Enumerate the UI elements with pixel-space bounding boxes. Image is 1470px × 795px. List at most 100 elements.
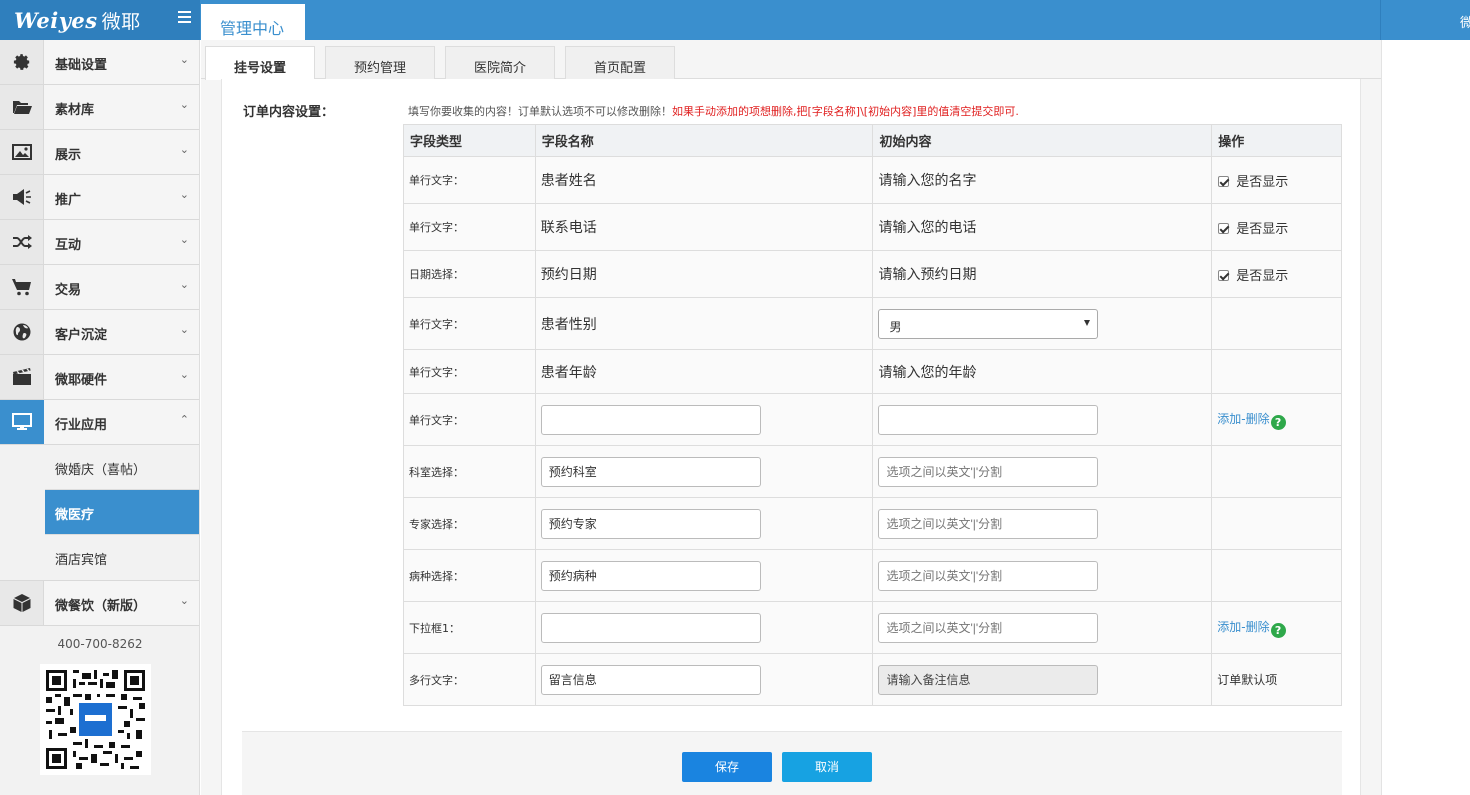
sidebar-item-label: 基础设置 bbox=[55, 58, 108, 73]
chevron-down-icon: ⌄ bbox=[179, 98, 189, 111]
sidebar-subitem-label: 微婚庆（喜帖） bbox=[55, 463, 147, 478]
table-row: 科室选择： bbox=[403, 445, 1342, 498]
gender-select[interactable]: 男 bbox=[878, 308, 1099, 339]
sidebar-subitem-label: 酒店宾馆 bbox=[55, 553, 108, 568]
field-name: 联系电话 bbox=[534, 203, 874, 251]
management-center-tab[interactable]: 管理中心 bbox=[201, 4, 305, 40]
delete-link[interactable]: 删除 bbox=[1246, 412, 1270, 426]
sidebar-subitem-wedding[interactable]: 微婚庆（喜帖） bbox=[45, 445, 199, 490]
table-row: 专家选择： bbox=[403, 497, 1342, 550]
tab-appointment-management[interactable]: 预约管理 bbox=[325, 46, 435, 79]
clapperboard-icon bbox=[0, 355, 44, 399]
field-type: 多行文字： bbox=[403, 653, 536, 706]
table-header-row: 字段类型 字段名称 初始内容 操作 bbox=[403, 124, 1342, 157]
sidebar-item-label: 微餐饮（新版） bbox=[55, 599, 147, 614]
table-row: 单行文字： 患者姓名 请输入您的名字 是否显示 bbox=[403, 156, 1342, 204]
chevron-down-icon: ⌄ bbox=[179, 53, 189, 66]
dropdown-options-input[interactable] bbox=[878, 612, 1099, 643]
section-label: 订单内容设置： bbox=[243, 105, 335, 120]
field-initial: 请输入您的年龄 bbox=[872, 349, 1213, 394]
help-icon[interactable]: ? bbox=[1270, 622, 1286, 638]
chevron-down-icon: ⌄ bbox=[179, 143, 189, 156]
chevron-down-icon: ⌄ bbox=[179, 594, 189, 607]
sidebar-item-promotion[interactable]: 推广 ⌄ bbox=[0, 175, 199, 220]
cancel-button[interactable]: 取消 bbox=[782, 752, 872, 782]
message-name-input[interactable] bbox=[540, 664, 761, 695]
field-type: 专家选择： bbox=[403, 497, 536, 550]
disease-name-input[interactable] bbox=[540, 560, 761, 591]
column-header: 操作 bbox=[1211, 124, 1342, 157]
field-name-input[interactable] bbox=[540, 404, 761, 435]
show-checkbox[interactable] bbox=[1218, 175, 1230, 187]
field-type: 单行文字： bbox=[403, 393, 536, 446]
gear-icon bbox=[0, 40, 44, 84]
field-name: 患者性别 bbox=[534, 297, 874, 350]
department-options-input[interactable] bbox=[878, 456, 1099, 487]
top-bar: Weiyes 微耶 管理中心 微 bbox=[0, 0, 1470, 40]
tab-hospital-intro[interactable]: 医院简介 bbox=[445, 46, 555, 79]
image-icon bbox=[0, 130, 44, 174]
expert-options-input[interactable] bbox=[878, 508, 1099, 539]
sidebar-item-display[interactable]: 展示 ⌄ bbox=[0, 130, 199, 175]
user-link[interactable]: 微 bbox=[1460, 12, 1470, 31]
hint-warning-text: 如果手动添加的项想删除,把[字段名称]\[初始内容]里的值清空提交即可. bbox=[672, 105, 1019, 118]
table-row: 单行文字： 患者年龄 请输入您的年龄 bbox=[403, 349, 1342, 394]
chevron-down-icon: ⌄ bbox=[179, 278, 189, 291]
dropdown-name-input[interactable] bbox=[540, 612, 761, 643]
column-header: 字段名称 bbox=[534, 124, 874, 157]
tab-homepage-config[interactable]: 首页配置 bbox=[565, 46, 675, 79]
show-checkbox[interactable] bbox=[1218, 269, 1230, 281]
sidebar: 基础设置 ⌄ 素材库 ⌄ 展示 ⌄ 推广 ⌄ 互动 ⌄ 交易 ⌄ 客户沉淀 ⌄ … bbox=[0, 40, 200, 795]
shopping-cart-icon bbox=[0, 265, 44, 309]
sidebar-item-label: 行业应用 bbox=[55, 418, 108, 433]
disease-options-input[interactable] bbox=[878, 560, 1099, 591]
expert-name-input[interactable] bbox=[540, 508, 761, 539]
op-cell bbox=[1211, 497, 1342, 550]
sidebar-item-trade[interactable]: 交易 ⌄ bbox=[0, 265, 199, 310]
add-link[interactable]: 添加 bbox=[1217, 412, 1241, 426]
form-panel: 订单内容设置： 填写你要收集的内容！订单默认选项不可以修改删除！如果手动添加的项… bbox=[221, 79, 1361, 795]
monitor-icon bbox=[0, 400, 44, 444]
shuffle-icon bbox=[0, 220, 44, 264]
op-cell: 是否显示 bbox=[1211, 250, 1342, 298]
sidebar-item-industry-apps[interactable]: 行业应用 ⌃ bbox=[0, 400, 199, 445]
cube-icon bbox=[0, 581, 44, 625]
delete-link[interactable]: 删除 bbox=[1246, 620, 1270, 634]
sidebar-item-catering[interactable]: 微餐饮（新版） ⌄ bbox=[0, 581, 199, 626]
column-header: 初始内容 bbox=[872, 124, 1213, 157]
hotline-number: 400-700-8262 bbox=[57, 637, 143, 651]
help-icon[interactable]: ? bbox=[1270, 414, 1286, 430]
sidebar-item-label: 微耶硬件 bbox=[55, 373, 108, 388]
field-initial: 请输入您的名字 bbox=[872, 156, 1213, 204]
sidebar-item-label: 交易 bbox=[55, 283, 82, 298]
save-button[interactable]: 保存 bbox=[682, 752, 772, 782]
show-label: 是否显示 bbox=[1236, 221, 1289, 237]
sidebar-item-basic-settings[interactable]: 基础设置 ⌄ bbox=[0, 40, 199, 85]
chevron-down-icon: ⌄ bbox=[179, 368, 189, 381]
sidebar-subitem-hotel[interactable]: 酒店宾馆 bbox=[45, 535, 199, 580]
add-link[interactable]: 添加 bbox=[1217, 620, 1241, 634]
department-name-input[interactable] bbox=[540, 456, 761, 487]
show-label: 是否显示 bbox=[1236, 268, 1289, 284]
chevron-down-icon: ⌄ bbox=[179, 233, 189, 246]
gender-select-value: 男 bbox=[889, 319, 902, 334]
sidebar-item-hardware[interactable]: 微耶硬件 ⌄ bbox=[0, 355, 199, 400]
show-checkbox[interactable] bbox=[1218, 222, 1230, 234]
field-type: 单行文字： bbox=[403, 297, 536, 350]
table-row: 多行文字： 订单默认项 bbox=[403, 653, 1342, 706]
sidebar-subitem-label: 微医疗 bbox=[55, 508, 95, 523]
menu-toggle-icon[interactable] bbox=[178, 11, 191, 27]
tab-registration-settings[interactable]: 挂号设置 bbox=[205, 46, 315, 80]
field-initial-input[interactable] bbox=[878, 404, 1099, 435]
order-fields-table: 字段类型 字段名称 初始内容 操作 单行文字： 患者姓名 请输入您的名字 是否显… bbox=[403, 124, 1342, 706]
op-cell: 是否显示 bbox=[1211, 156, 1342, 204]
chevron-down-icon: ⌄ bbox=[179, 323, 189, 336]
sidebar-item-materials[interactable]: 素材库 ⌄ bbox=[0, 85, 199, 130]
sidebar-item-label: 客户沉淀 bbox=[55, 328, 108, 343]
sidebar-subitem-medical[interactable]: 微医疗 bbox=[45, 490, 199, 535]
sidebar-item-customers[interactable]: 客户沉淀 ⌄ bbox=[0, 310, 199, 355]
op-cell bbox=[1211, 349, 1342, 394]
sidebar-item-label: 素材库 bbox=[55, 103, 95, 118]
sidebar-item-interaction[interactable]: 互动 ⌄ bbox=[0, 220, 199, 265]
field-type: 单行文字： bbox=[403, 349, 536, 394]
